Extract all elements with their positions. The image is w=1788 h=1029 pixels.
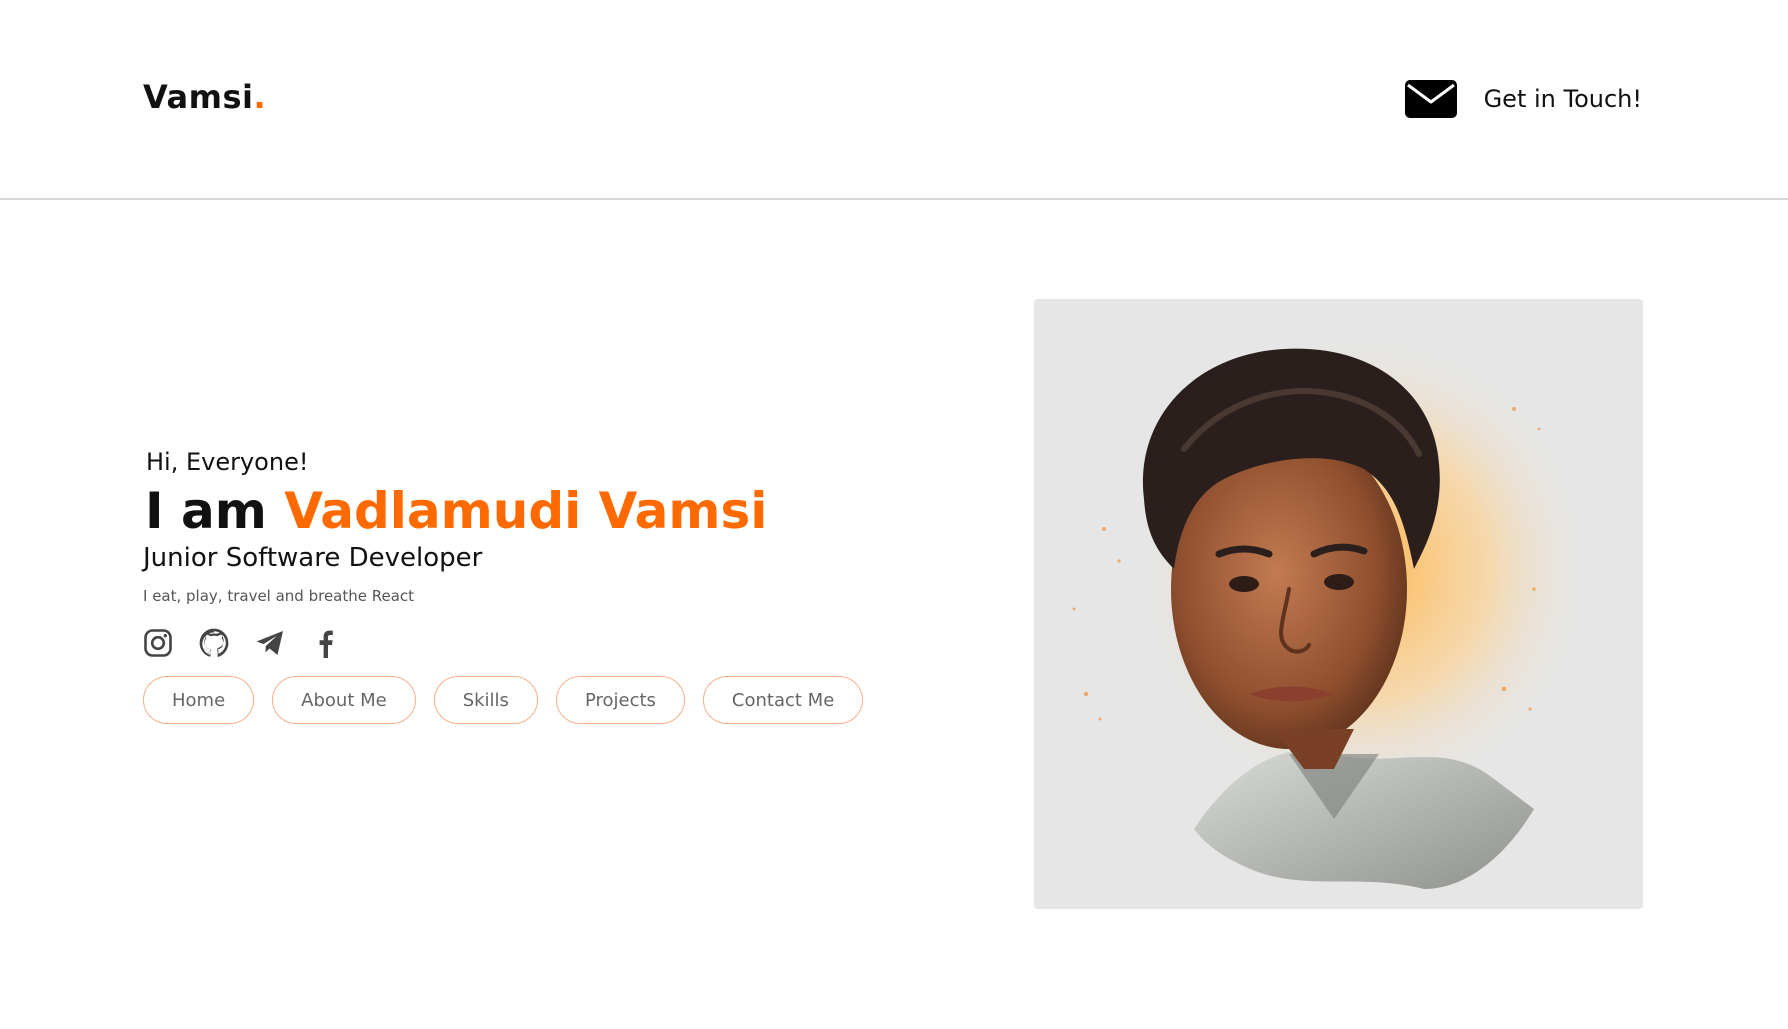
facebook-icon <box>319 630 333 658</box>
instagram-icon <box>144 629 172 657</box>
get-in-touch-label: Get in Touch! <box>1483 85 1642 113</box>
nav-home-button[interactable]: Home <box>143 676 255 724</box>
github-icon <box>199 628 229 657</box>
github-link[interactable] <box>199 628 229 658</box>
section-nav: Home About Me Skills Projects Contact Me <box>143 676 864 724</box>
telegram-link[interactable] <box>255 628 285 658</box>
nav-about-button[interactable]: About Me <box>272 676 416 724</box>
site-logo[interactable]: Vamsi. <box>143 78 266 116</box>
headline: I am Vadlamudi Vamsi <box>145 483 863 539</box>
nav-skills-button[interactable]: Skills <box>433 676 538 724</box>
mail-icon <box>1404 80 1457 118</box>
social-links <box>143 628 863 658</box>
logo-text: Vamsi <box>143 78 254 116</box>
hero-intro: Hi, Everyone! I am Vadlamudi Vamsi Junio… <box>143 448 864 724</box>
nav-projects-button[interactable]: Projects <box>555 676 685 724</box>
hero-name: Vadlamudi Vamsi <box>284 482 768 540</box>
nav-contact-button[interactable]: Contact Me <box>702 676 864 724</box>
logo-dot: . <box>253 78 267 116</box>
tagline: I eat, play, travel and breathe React <box>143 587 415 605</box>
greeting: Hi, Everyone! <box>146 448 309 476</box>
facebook-link[interactable] <box>311 628 341 658</box>
get-in-touch-link[interactable]: Get in Touch! <box>1404 80 1642 118</box>
site-header: Vamsi. Get in Touch! <box>0 0 1788 200</box>
instagram-link[interactable] <box>143 628 173 658</box>
portrait-illustration <box>1072 329 1594 889</box>
profile-portrait <box>1034 299 1643 909</box>
telegram-icon <box>256 631 283 655</box>
intro-prefix: I am <box>145 482 267 540</box>
job-title: Junior Software Developer <box>143 543 483 573</box>
